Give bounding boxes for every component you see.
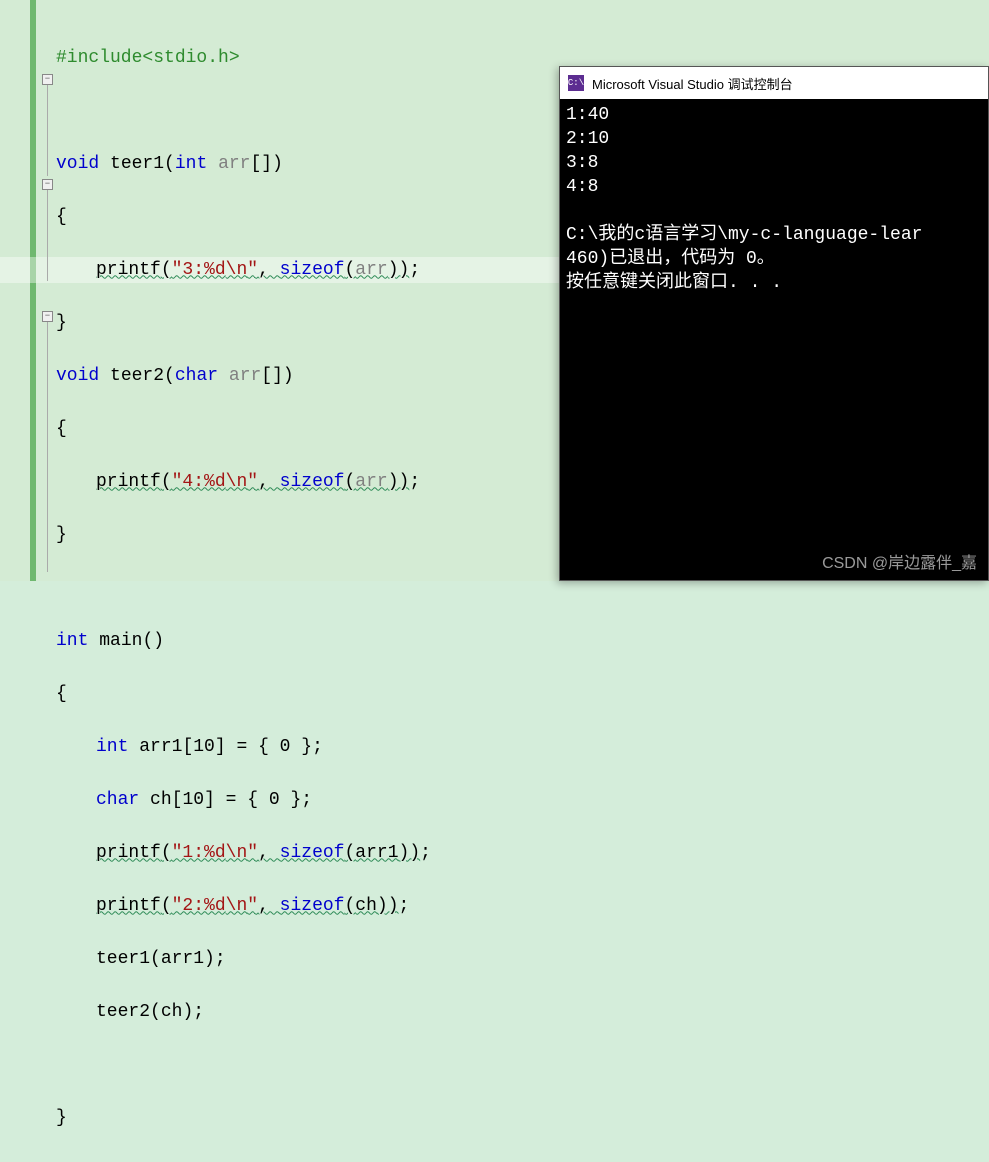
console-titlebar[interactable]: C:\ Microsoft Visual Studio 调试控制台: [560, 67, 988, 99]
return-type: void: [56, 366, 99, 386]
change-gutter: [30, 0, 36, 581]
include-header: <stdio.h>: [142, 48, 239, 68]
output-line: 3:8: [566, 153, 598, 173]
main-func: main: [99, 631, 142, 651]
fold-toggle-func1[interactable]: −: [42, 74, 53, 85]
return-type: void: [56, 154, 99, 174]
fold-toggle-main[interactable]: −: [42, 311, 53, 322]
fold-line: [47, 190, 48, 281]
output-line: 按任意键关闭此窗口. . .: [566, 273, 782, 293]
return-type: int: [56, 631, 88, 651]
printf-call: printf: [96, 260, 161, 280]
include-directive: #include: [56, 48, 142, 68]
printf-call: printf: [96, 472, 161, 492]
param-name: arr: [229, 366, 261, 386]
console-title: Microsoft Visual Studio 调试控制台: [592, 74, 793, 93]
output-line: 2:10: [566, 129, 609, 149]
func-name: teer1: [110, 154, 164, 174]
watermark: CSDN @岸边露伴_嘉: [822, 549, 977, 573]
fold-toggle-func2[interactable]: −: [42, 179, 53, 190]
param-type: int: [175, 154, 207, 174]
code-content[interactable]: #include<stdio.h> void teer1(int arr[]) …: [56, 18, 431, 1162]
output-line: 1:40: [566, 105, 609, 125]
console-window[interactable]: C:\ Microsoft Visual Studio 调试控制台 1:40 2…: [559, 66, 989, 581]
output-line: 460)已退出，代码为 0。: [566, 249, 775, 269]
vs-console-icon: C:\: [568, 75, 584, 91]
output-line: C:\我的c语言学习\my-c-language-lear: [566, 225, 922, 245]
fold-line: [47, 322, 48, 572]
param-name: arr: [218, 154, 250, 174]
param-type: char: [175, 366, 218, 386]
console-output[interactable]: 1:40 2:10 3:8 4:8 C:\我的c语言学习\my-c-langua…: [560, 99, 988, 299]
output-line: 4:8: [566, 177, 598, 197]
fold-line: [47, 85, 48, 176]
func-name: teer2: [110, 366, 164, 386]
